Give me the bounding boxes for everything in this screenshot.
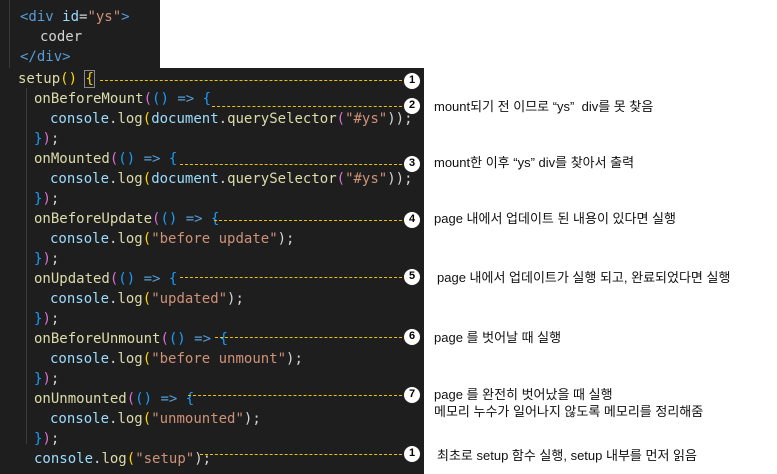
code-line-console-setup: console.log("setup"); — [34, 451, 212, 467]
marker-6: 6 — [403, 328, 421, 346]
code-line-hook-5: onBeforeUnmount(() => { — [34, 331, 228, 347]
leader-line-5 — [180, 277, 402, 278]
leader-line-4 — [214, 220, 402, 221]
marker-7: 7 — [403, 386, 421, 404]
code-line-div-text: coder — [40, 29, 83, 45]
code-line-hook-6: onUnmounted(() => { — [34, 391, 195, 407]
code-line-hook-2: onMounted(() => { — [34, 151, 178, 167]
code-line-hook-5-close: }); — [34, 371, 60, 387]
code-line-hook-1-body: console.log(document.querySelector("#ys"… — [50, 111, 413, 127]
code-line-hook-1: onBeforeMount(() => { — [34, 91, 212, 107]
code-line-hook-1-close: }); — [34, 131, 60, 147]
note-before-update: page 내에서 업데이트 된 내용이 있다면 실행 — [434, 211, 676, 226]
note-setup: 최초로 setup 함수 실행, setup 내부를 먼저 읽음 — [437, 448, 697, 463]
leader-line-8 — [200, 454, 402, 455]
code-line-hook-6-close: }); — [34, 431, 60, 447]
code-line-hook-3-close: }); — [34, 251, 60, 267]
leader-line-6 — [215, 337, 402, 338]
note-unmounted-2: 메모리 누수가 일어나지 않도록 메모리를 정리해줌 — [434, 404, 704, 419]
note-before-unmount: page 를 벗어날 때 실행 — [434, 330, 562, 345]
leader-line-1 — [100, 80, 402, 81]
leader-line-2 — [212, 106, 402, 107]
code-line-div-close: </div> — [20, 49, 71, 65]
code-line-div-open: <div id="ys"> — [20, 9, 130, 25]
code-line-setup: setup() { — [18, 70, 95, 88]
note-unmounted-1: page 를 완전히 벗어났을 때 실행 — [434, 387, 613, 402]
indent-guide — [26, 88, 27, 444]
indent-guide — [9, 0, 10, 68]
marker-2: 2 — [403, 97, 421, 115]
marker-4: 4 — [403, 211, 421, 229]
leader-line-7 — [188, 395, 402, 396]
code-line-hook-4-close: }); — [34, 311, 60, 327]
code-line-hook-3-body: console.log("before update"); — [50, 231, 295, 247]
code-line-hook-5-body: console.log("before unmount"); — [50, 351, 303, 367]
code-line-hook-2-close: }); — [34, 191, 60, 207]
note-before-mount: mount되기 전 이므로 “ys” div를 못 찾음 — [434, 99, 654, 114]
code-line-hook-4-body: console.log("updated"); — [50, 291, 244, 307]
code-line-hook-2-body: console.log(document.querySelector("#ys"… — [50, 171, 413, 187]
marker-3: 3 — [403, 155, 421, 173]
note-updated: page 내에서 업데이트가 실행 되고, 완료되었다면 실행 — [437, 270, 731, 285]
marker-1: 1 — [403, 72, 421, 90]
leader-line-3 — [180, 164, 402, 165]
code-line-hook-4: onUpdated(() => { — [34, 271, 178, 287]
code-line-hook-6-body: console.log("unmounted"); — [50, 411, 261, 427]
note-mounted: mount한 이후 “ys” div를 찾아서 출력 — [434, 155, 635, 170]
marker-8: 1 — [403, 445, 421, 463]
code-line-hook-3: onBeforeUpdate(() => { — [34, 211, 220, 227]
marker-5: 5 — [403, 268, 421, 286]
